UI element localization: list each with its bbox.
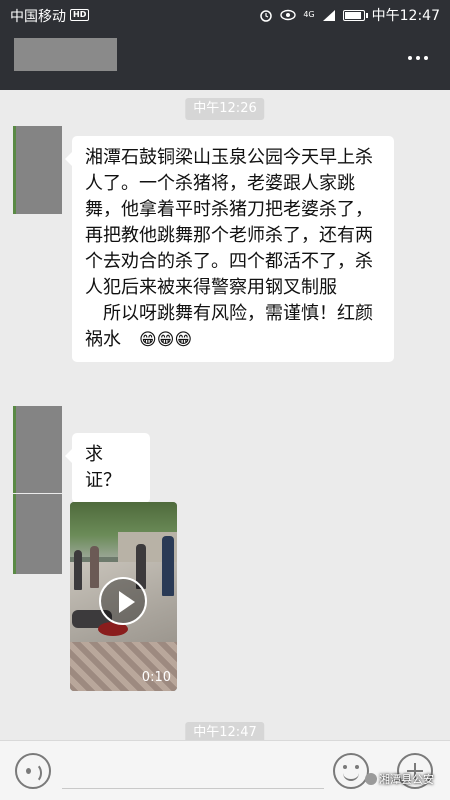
- video-thumbnail-detail: [162, 536, 174, 596]
- message-text: 求证？: [85, 444, 121, 491]
- alarm-icon: [260, 10, 273, 22]
- nav-bar: [0, 30, 450, 90]
- avatar[interactable]: [13, 126, 62, 214]
- message-bubble[interactable]: 求证？: [65, 433, 150, 503]
- voice-icon[interactable]: [15, 753, 51, 789]
- play-icon[interactable]: [99, 577, 147, 625]
- message-text: 所以呀跳舞有风险，需谨慎！红颜祸水 😁😁😁: [85, 301, 381, 353]
- message-bubble[interactable]: 湘潭石鼓铜梁山玉泉公园今天早上杀人了。一个杀猪将，老婆跟人家跳舞，他拿着平时杀猪…: [65, 136, 394, 362]
- status-time: 中午12:47: [371, 8, 440, 24]
- video-thumbnail-detail: [74, 550, 82, 590]
- status-icons: 4G 中午12:47: [259, 5, 440, 25]
- signal-icon: [322, 9, 335, 21]
- status-bar: 中国移动 HD 4G 中午12:47: [0, 0, 450, 30]
- video-thumbnail-detail: [90, 546, 99, 588]
- input-bar: 湘潭县公安: [0, 740, 450, 800]
- timestamp: 中午12:26: [185, 98, 265, 120]
- grin-emoji-icon: 😁😁😁: [139, 330, 193, 350]
- chat-area[interactable]: 中午12:26 湘潭石鼓铜梁山玉泉公园今天早上杀人了。一个杀猪将，老婆跟人家跳舞…: [0, 90, 450, 744]
- message-text: 湘潭石鼓铜梁山玉泉公园今天早上杀人了。一个杀猪将，老婆跟人家跳舞，他拿着平时杀猪…: [85, 147, 373, 298]
- avatar[interactable]: [13, 494, 62, 574]
- avatar[interactable]: [13, 406, 62, 493]
- carrier-label: 中国移动: [10, 9, 66, 25]
- chat-title-redacted: [14, 38, 117, 71]
- hd-badge: HD: [70, 9, 90, 21]
- more-icon[interactable]: [408, 56, 428, 60]
- wechat-logo-icon: [365, 773, 377, 785]
- video-duration: 0:10: [141, 670, 171, 685]
- video-message[interactable]: 0:10: [70, 502, 177, 691]
- eye-icon: [280, 9, 297, 21]
- network-label: 4G: [303, 10, 315, 19]
- battery-icon: [342, 9, 368, 21]
- watermark: 湘潭县公安: [365, 771, 434, 787]
- emoji-icon[interactable]: [333, 753, 369, 789]
- message-input[interactable]: [62, 753, 324, 789]
